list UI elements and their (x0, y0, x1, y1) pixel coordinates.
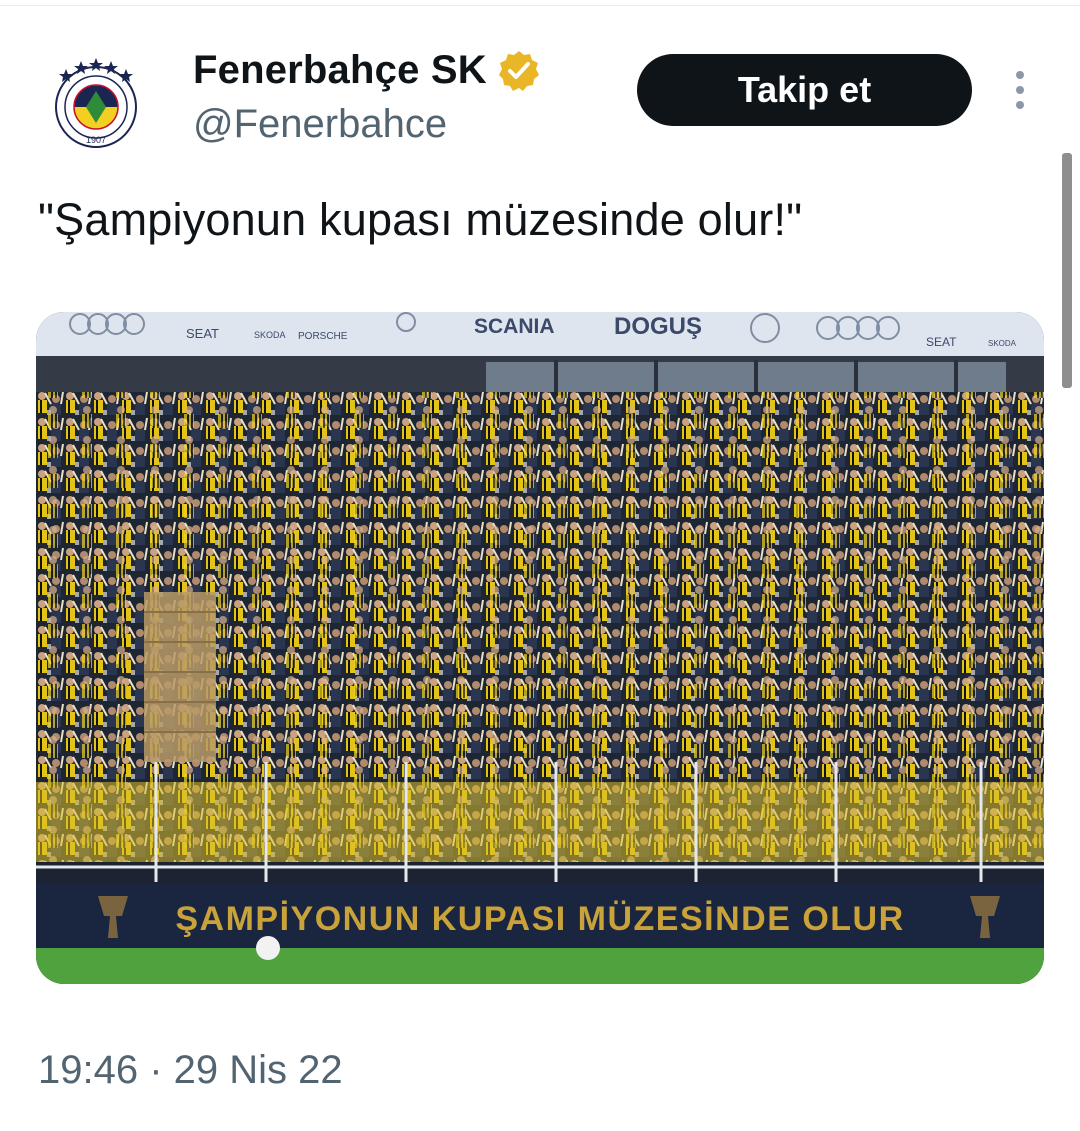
author-name-row: Fenerbahçe SK (193, 48, 541, 93)
tweet-text: "Şampiyonun kupası müzesinde olur!" (38, 194, 803, 245)
crest-year: 1907 (86, 135, 106, 145)
display-name[interactable]: Fenerbahçe SK (193, 48, 487, 93)
tweet-photo[interactable]: SEAT SKODA PORSCHE SCANIA DOGUŞ SEAT SKO… (36, 312, 1044, 984)
sponsor-seat-right: SEAT (926, 335, 957, 349)
user-handle[interactable]: @Fenerbahce (193, 102, 447, 147)
tweet-timestamp[interactable]: 19:46 · 29 Nis 22 (38, 1048, 343, 1093)
sponsor-dogus: DOGUŞ (614, 313, 702, 340)
sponsor-porsche: PORSCHE (298, 331, 348, 342)
led-banner-text: ŞAMPİYONUN KUPASI MÜZESİNDE OLUR (175, 900, 905, 938)
follow-button[interactable]: Takip et (637, 54, 972, 126)
sponsor-skoda-right: SKODA (988, 339, 1017, 348)
sponsor-seat: SEAT (186, 326, 219, 341)
more-vertical-icon[interactable] (1006, 68, 1034, 114)
club-crest-icon[interactable]: 1907 (40, 45, 152, 157)
sponsor-scania: SCANIA (474, 315, 555, 338)
stadium-crowd-image: SEAT SKODA PORSCHE SCANIA DOGUŞ SEAT SKO… (36, 312, 1044, 984)
scrollbar-thumb[interactable] (1062, 153, 1072, 388)
sponsor-skoda: SKODA (254, 330, 286, 340)
top-divider (0, 5, 1080, 6)
verified-badge-icon (498, 50, 539, 91)
